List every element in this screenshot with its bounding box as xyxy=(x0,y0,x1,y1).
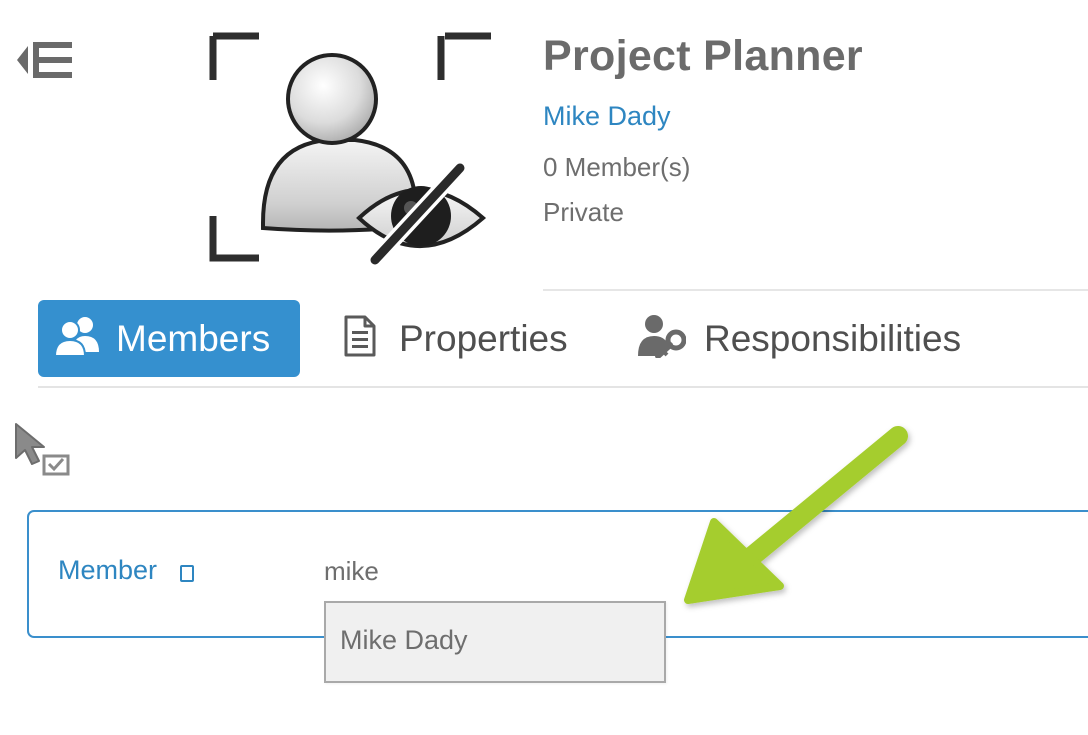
select-cursor-icon[interactable] xyxy=(12,420,72,478)
tab-responsibilities-label: Responsibilities xyxy=(704,317,962,359)
tab-bar: Members Properties Responsibilities xyxy=(38,300,1088,377)
tab-members[interactable]: Members xyxy=(38,300,300,377)
document-icon xyxy=(343,315,377,362)
members-icon xyxy=(53,314,104,363)
tab-members-label: Members xyxy=(116,317,271,359)
tab-properties-label: Properties xyxy=(399,317,568,359)
member-label: Member xyxy=(58,555,158,585)
suggestion-item[interactable]: Mike Dady xyxy=(340,625,468,656)
green-arrow-icon xyxy=(680,418,920,618)
member-search-input[interactable] xyxy=(314,551,614,591)
member-suggestion-dropdown: Mike Dady xyxy=(324,601,666,683)
user-key-icon xyxy=(638,314,687,363)
header-divider xyxy=(543,289,1088,291)
privacy-status: Private xyxy=(543,197,624,227)
owner-link[interactable]: Mike Dady xyxy=(543,101,671,132)
page: Project Planner Mike Dady 0 Member(s) Pr… xyxy=(0,0,1088,735)
member-checkbox[interactable] xyxy=(180,565,194,582)
tabs-divider xyxy=(38,386,1088,388)
tab-responsibilities[interactable]: Responsibilities xyxy=(638,300,961,377)
page-title: Project Planner xyxy=(543,32,863,80)
collapse-menu-icon[interactable] xyxy=(14,34,76,86)
members-count: 0 Member(s) xyxy=(543,152,691,182)
private-group-avatar-icon xyxy=(205,28,495,268)
tab-properties[interactable]: Properties xyxy=(343,300,568,377)
